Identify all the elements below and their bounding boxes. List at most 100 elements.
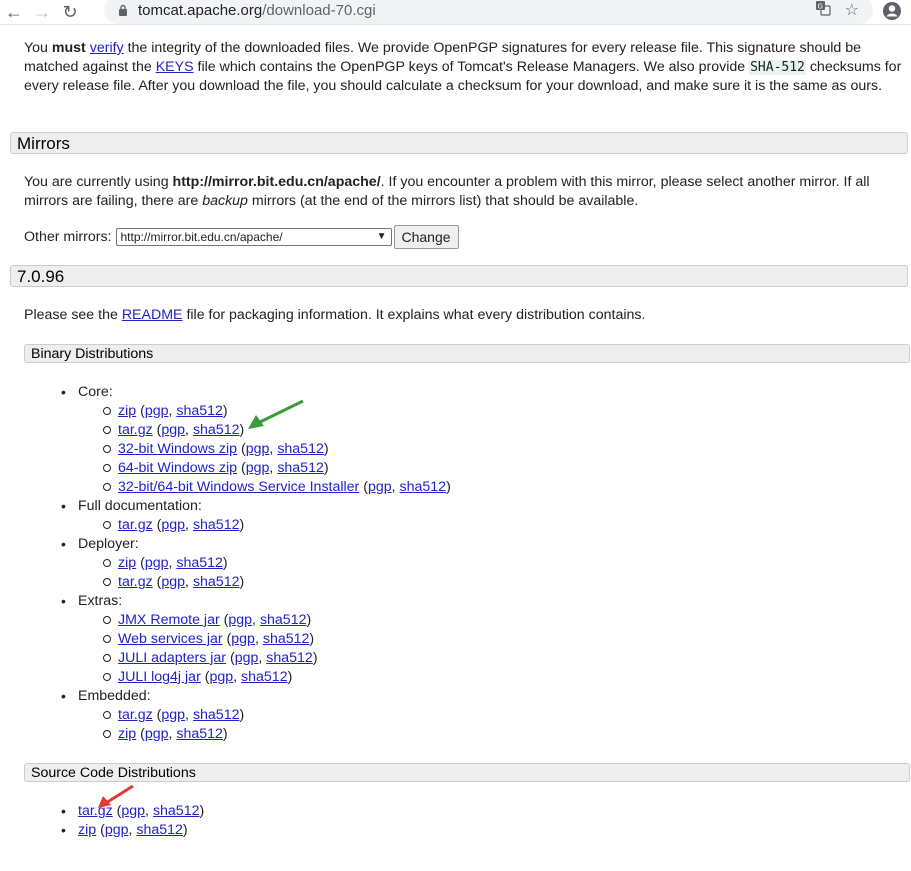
change-button[interactable]: Change <box>393 225 459 249</box>
download-link[interactable]: JULI adapters jar <box>118 650 226 666</box>
group-label: Embedded: <box>78 688 151 704</box>
download-link[interactable]: tar.gz <box>118 517 153 533</box>
mirror-select[interactable]: http://mirror.bit.edu.cn/apache/ ▼ <box>115 228 392 246</box>
download-link[interactable]: zip <box>118 726 136 742</box>
sha512-link[interactable]: sha512 <box>266 650 313 666</box>
list-item: zip (pgp, sha512) <box>24 402 451 421</box>
download-link[interactable]: zip <box>118 403 136 419</box>
distribution-group: Extras:JMX Remote jar (pgp, sha512)Web s… <box>24 592 451 687</box>
sha512-link[interactable]: sha512 <box>400 479 447 495</box>
sha512-link[interactable]: sha512 <box>193 517 240 533</box>
paren-close: ) <box>306 612 312 628</box>
list-item: JULI log4j jar (pgp, sha512) <box>24 668 451 687</box>
download-link[interactable]: JMX Remote jar <box>118 612 220 628</box>
download-link[interactable]: 64-bit Windows zip <box>118 460 237 476</box>
pgp-link[interactable]: pgp <box>228 612 252 628</box>
paren-open: ( <box>136 403 145 419</box>
pgp-link[interactable]: pgp <box>161 517 185 533</box>
pgp-link[interactable]: pgp <box>209 669 233 685</box>
paren-open: ( <box>136 555 145 571</box>
keys-link[interactable]: KEYS <box>156 59 194 75</box>
sha512-link[interactable]: sha512 <box>136 822 183 838</box>
url-path: /download-70.cgi <box>262 1 376 19</box>
sha512-code: SHA-512 <box>749 60 806 75</box>
sha512-link[interactable]: sha512 <box>193 422 240 438</box>
sha512-link[interactable]: sha512 <box>176 555 223 571</box>
list-item: 32-bit Windows zip (pgp, sha512) <box>24 440 451 459</box>
pgp-link[interactable]: pgp <box>105 822 129 838</box>
pgp-link[interactable]: pgp <box>161 422 185 438</box>
mirror-select-value: http://mirror.bit.edu.cn/apache/ <box>120 230 283 244</box>
list-item: tar.gz (pgp, sha512) <box>24 516 451 535</box>
current-mirror: http://mirror.bit.edu.cn/apache/ <box>172 174 381 190</box>
sha512-link[interactable]: sha512 <box>277 441 324 457</box>
sha512-link[interactable]: sha512 <box>260 612 307 628</box>
paren-open: ( <box>96 822 105 838</box>
paren-close: ) <box>323 460 329 476</box>
group-label: Full documentation: <box>78 498 202 514</box>
sha512-link[interactable]: sha512 <box>193 707 240 723</box>
list-item: Web services jar (pgp, sha512) <box>24 630 451 649</box>
sha512-link[interactable]: sha512 <box>241 669 288 685</box>
sha512-link[interactable]: sha512 <box>277 460 324 476</box>
mirrors-heading: Mirrors <box>10 132 908 154</box>
download-link[interactable]: 32-bit/64-bit Windows Service Installer <box>118 479 359 495</box>
distribution-group: Embedded:tar.gz (pgp, sha512)zip (pgp, s… <box>24 687 451 744</box>
pgp-link[interactable]: pgp <box>161 707 185 723</box>
pgp-link[interactable]: pgp <box>145 403 169 419</box>
download-link[interactable]: tar.gz <box>118 574 153 590</box>
source-distributions-heading: Source Code Distributions <box>24 763 910 782</box>
paren-close: ) <box>239 517 245 533</box>
pgp-link[interactable]: pgp <box>246 460 270 476</box>
group-label: Deployer: <box>78 536 139 552</box>
pgp-link[interactable]: pgp <box>231 631 255 647</box>
sha512-link[interactable]: sha512 <box>176 726 223 742</box>
download-link[interactable]: zip <box>78 822 96 838</box>
reload-icon[interactable]: ↻ <box>56 0 84 24</box>
address-bar[interactable]: tomcat.apache.org/download-70.cgi G ☆ <box>104 0 873 24</box>
download-link[interactable]: tar.gz <box>118 422 153 438</box>
pgp-link[interactable]: pgp <box>145 726 169 742</box>
paren-close: ) <box>222 555 228 571</box>
url-host: tomcat.apache.org <box>138 1 263 19</box>
group-label: Core: <box>78 384 113 400</box>
paren-close: ) <box>239 574 245 590</box>
separator: , <box>233 669 242 685</box>
download-link[interactable]: 32-bit Windows zip <box>118 441 237 457</box>
download-link[interactable]: tar.gz <box>118 707 153 723</box>
paren-open: ( <box>359 479 368 495</box>
readme-link[interactable]: README <box>122 307 183 323</box>
sha512-link[interactable]: sha512 <box>153 803 200 819</box>
paren-close: ) <box>239 707 245 723</box>
download-link[interactable]: JULI log4j jar <box>118 669 201 685</box>
profile-avatar-icon[interactable] <box>881 0 903 22</box>
backup-emphasis: backup <box>202 193 248 209</box>
download-link[interactable]: zip <box>118 555 136 571</box>
pgp-link[interactable]: pgp <box>145 555 169 571</box>
back-arrow-icon[interactable]: ← <box>0 0 28 24</box>
pgp-link[interactable]: pgp <box>161 574 185 590</box>
paren-close: ) <box>199 803 205 819</box>
browser-toolbar: ← → ↻ tomcat.apache.org/download-70.cgi … <box>0 0 911 25</box>
download-link[interactable]: Web services jar <box>118 631 223 647</box>
pgp-link[interactable]: pgp <box>368 479 392 495</box>
sha512-link[interactable]: sha512 <box>263 631 310 647</box>
paren-close: ) <box>222 403 228 419</box>
bookmark-star-icon[interactable]: ☆ <box>845 0 859 20</box>
lock-icon <box>116 3 130 17</box>
distribution-group: Core:zip (pgp, sha512)tar.gz (pgp, sha51… <box>24 383 451 497</box>
sha512-link[interactable]: sha512 <box>176 403 223 419</box>
paren-open: ( <box>226 650 235 666</box>
pgp-link[interactable]: pgp <box>235 650 259 666</box>
version-heading: 7.0.96 <box>10 265 908 287</box>
separator: , <box>185 707 193 723</box>
translate-icon[interactable]: G <box>815 0 831 21</box>
paren-close: ) <box>182 822 188 838</box>
paren-open: ( <box>237 460 246 476</box>
url-text: tomcat.apache.org/download-70.cgi <box>138 2 376 19</box>
pgp-link[interactable]: pgp <box>246 441 270 457</box>
forward-arrow-icon[interactable]: → <box>28 0 56 24</box>
verify-link[interactable]: verify <box>90 40 124 56</box>
sha512-link[interactable]: sha512 <box>193 574 240 590</box>
separator: , <box>185 574 193 590</box>
